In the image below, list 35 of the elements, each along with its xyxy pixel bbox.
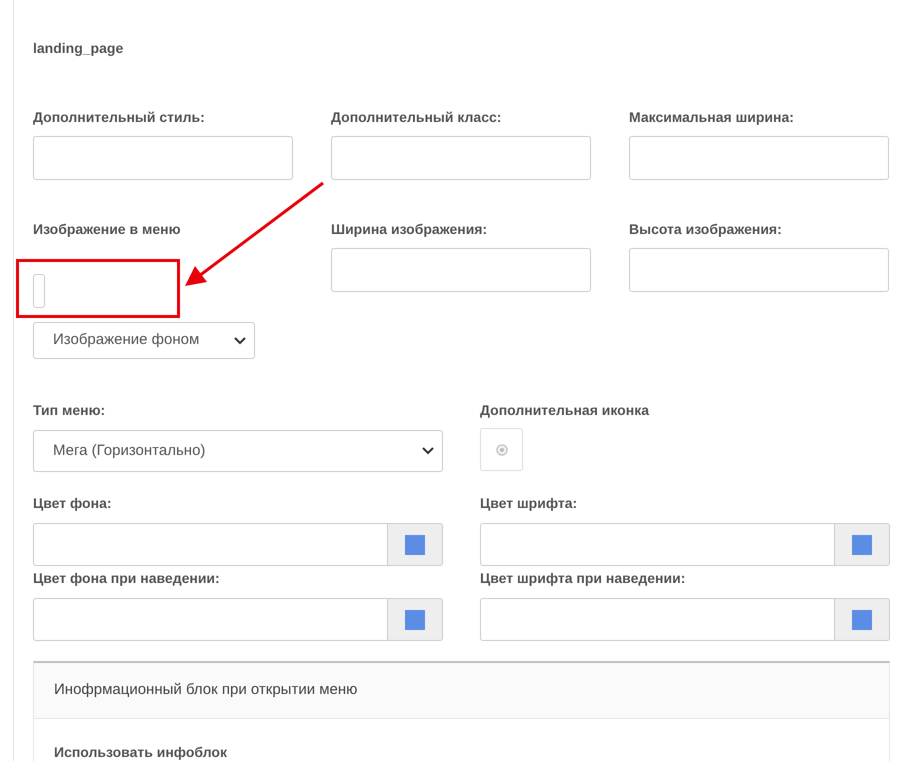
field-label: Цвет фона: [33, 494, 113, 513]
field-label: Цвет шрифта при наведении: [480, 569, 686, 588]
text-field[interactable] [331, 136, 591, 180]
chevron-icon [422, 447, 434, 455]
color-picker-button[interactable] [835, 598, 890, 641]
image-input[interactable] [33, 274, 45, 308]
color-field[interactable] [480, 523, 835, 566]
circle-icon [496, 444, 508, 456]
field-label: Изображение в меню [33, 220, 182, 239]
color-picker-button[interactable] [835, 523, 890, 566]
field-label: Максимальная ширина: [629, 108, 795, 127]
field-label: Цвет шрифта: [480, 494, 578, 513]
section-title: landing_page [33, 39, 124, 58]
color-field[interactable] [480, 598, 835, 641]
color-field[interactable] [33, 523, 388, 566]
field-label: Тип меню: [33, 401, 106, 420]
field-label: Дополнительный класс: [331, 108, 502, 127]
text-field[interactable] [331, 248, 591, 292]
field-label: Цвет фона при наведении: [33, 569, 221, 588]
field-label: Высота изображения: [629, 220, 783, 239]
text-field[interactable] [629, 136, 889, 180]
dropdown[interactable]: Мега (Горизонтально) [33, 430, 443, 472]
color-picker-button[interactable] [388, 523, 443, 566]
field-label: Дополнительная иконка [480, 401, 650, 420]
panel-header: Инофрмационный блок при открытии меню [34, 663, 889, 719]
color-field[interactable] [33, 598, 388, 641]
chevron-icon [234, 336, 246, 344]
field-label: Ширина изображения: [331, 220, 488, 239]
dropdown[interactable]: Изображение фоном [33, 322, 255, 359]
field-label: Использовать инфоблок [54, 744, 227, 760]
icon-picker-button[interactable] [480, 428, 523, 471]
text-field[interactable] [33, 136, 293, 180]
color-picker-button[interactable] [388, 598, 443, 641]
text-field[interactable] [629, 248, 889, 292]
field-label: Дополнительный стиль: [33, 108, 206, 127]
